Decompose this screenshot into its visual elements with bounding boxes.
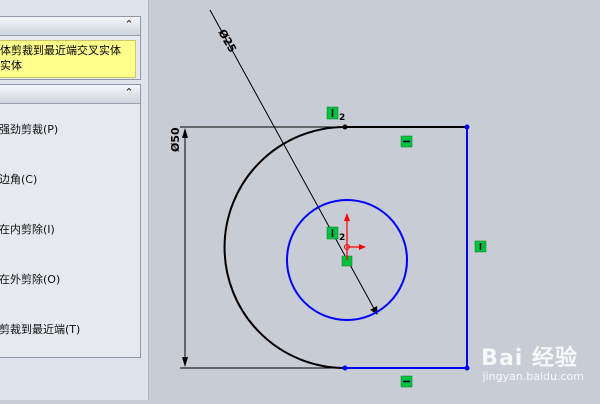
- endpoint-bottom-left[interactable]: [342, 365, 348, 371]
- graphics-area[interactable]: Ø25 Ø50 2 2 Bai 经验 jingyan.baidu.com: [148, 0, 600, 400]
- dimension-label-large[interactable]: Ø50: [169, 127, 182, 152]
- option-trim-away-inside[interactable]: 在内剪除(I): [0, 221, 55, 237]
- property-manager-pane: ⌃ 体剪裁到最近端交叉实体 实体 ⌃ 强劲剪裁(P) 边角(C) 在内剪除(I)…: [0, 0, 149, 400]
- message-box: 体剪裁到最近端交叉实体 实体: [0, 40, 136, 78]
- endpoint-bottom-right[interactable]: [464, 365, 470, 371]
- watermark: Bai 经验 jingyan.baidu.com: [481, 340, 584, 383]
- collapse-chevron-icon[interactable]: ⌃: [123, 86, 135, 100]
- watermark-logo: Bai 经验: [481, 346, 578, 371]
- options-panel-header[interactable]: ⌃: [0, 85, 140, 104]
- endpoint-top-left[interactable]: [342, 124, 348, 130]
- message-panel: ⌃ 体剪裁到最近端交叉实体 实体: [0, 16, 141, 80]
- dimension-leader-small[interactable]: [209, 9, 378, 315]
- options-panel: ⌃ 强劲剪裁(P) 边角(C) 在内剪除(I) 在外剪除(O) 剪裁到最近端(T…: [0, 84, 141, 358]
- message-line-1: 体剪裁到最近端交叉实体: [0, 44, 121, 57]
- collapse-chevron-icon[interactable]: ⌃: [123, 18, 135, 32]
- large-arc[interactable]: [223, 126, 346, 369]
- watermark-url: jingyan.baidu.com: [482, 370, 584, 383]
- message-line-2: 实体: [0, 59, 22, 72]
- dimension-label-small[interactable]: Ø25: [215, 27, 239, 55]
- relation-number-top: 2: [339, 113, 345, 123]
- option-trim-away-outside[interactable]: 在外剪除(O): [0, 271, 60, 287]
- endpoint-top-right[interactable]: [464, 124, 470, 130]
- option-corner[interactable]: 边角(C): [0, 171, 37, 187]
- relation-number-center: 2: [339, 233, 345, 243]
- option-trim-to-closest[interactable]: 剪裁到最近端(T): [0, 321, 80, 337]
- option-power-trim[interactable]: 强劲剪裁(P): [0, 121, 58, 137]
- message-panel-header[interactable]: ⌃: [0, 17, 140, 36]
